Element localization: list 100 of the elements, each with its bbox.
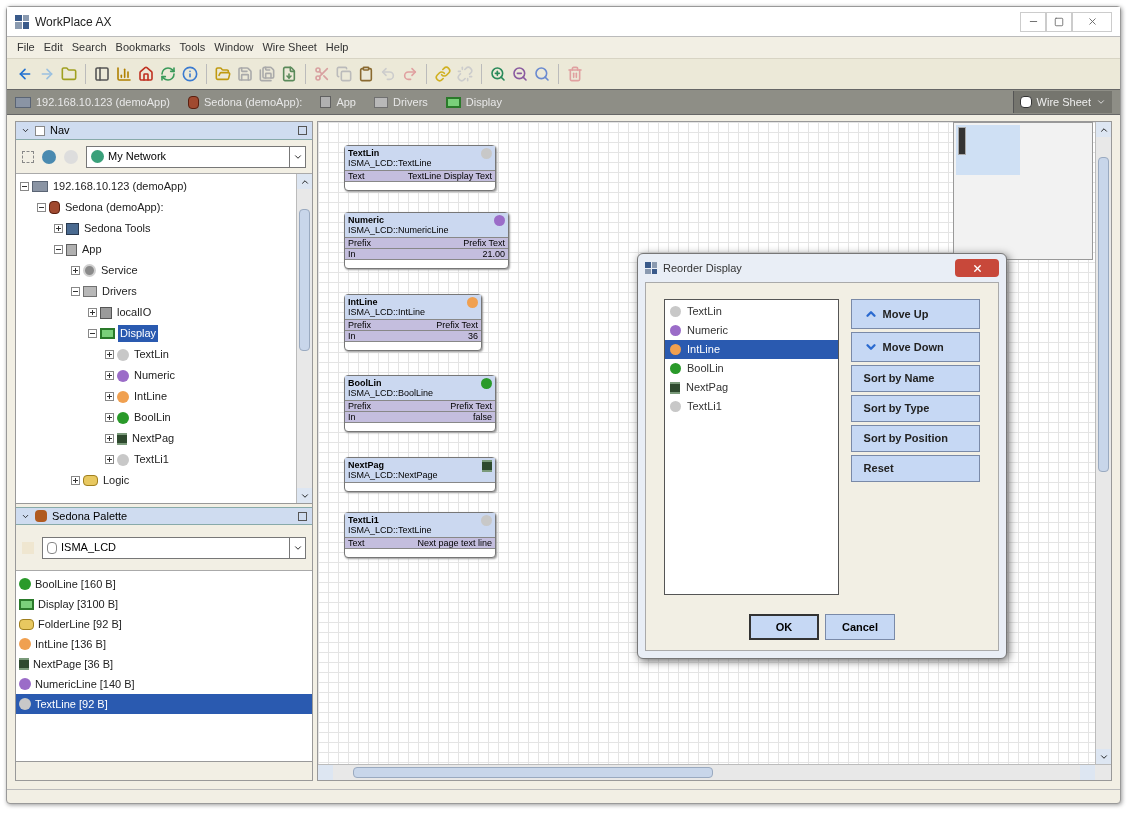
menu-item[interactable]: Tools <box>175 39 210 56</box>
zoom-out-icon[interactable] <box>512 66 528 82</box>
chart-icon[interactable] <box>116 66 132 82</box>
tree-item[interactable]: localIO <box>115 304 154 321</box>
folder-icon <box>19 618 34 630</box>
home-icon[interactable] <box>138 66 154 82</box>
open-folder-icon[interactable] <box>215 66 231 82</box>
list-item[interactable]: TextLi1 <box>665 397 838 416</box>
list-item[interactable]: NextPag <box>665 378 838 397</box>
action-button[interactable]: Reset <box>850 455 980 482</box>
tree-toggle-icon[interactable] <box>22 150 34 163</box>
horizontal-scrollbar[interactable] <box>318 764 1111 780</box>
scrollbar[interactable] <box>1095 122 1111 764</box>
collapse-icon[interactable] <box>71 287 80 296</box>
palette-item[interactable]: FolderLine [92 B] <box>16 614 312 634</box>
close-button[interactable] <box>955 259 999 277</box>
refresh-icon[interactable] <box>160 66 176 82</box>
tree-item[interactable]: TextLi1 <box>132 451 171 468</box>
tree-item[interactable]: 192.168.10.123 (demoApp) <box>51 178 189 195</box>
component-node[interactable]: TextLin ISMA_LCD::TextLine Text TextLine Display Text <box>344 145 496 191</box>
menu-item[interactable]: Help <box>321 39 353 56</box>
expand-icon[interactable] <box>54 224 63 233</box>
expand-icon[interactable] <box>105 371 114 380</box>
list-item[interactable]: Numeric <box>665 321 838 340</box>
slot-value: Prefix Text <box>450 401 492 411</box>
tree-item[interactable]: IntLine <box>132 388 170 405</box>
tree-item[interactable]: Drivers <box>100 283 139 300</box>
palette-item[interactable]: BoolLine [160 B] <box>16 574 312 594</box>
paste-icon[interactable] <box>358 66 374 82</box>
dialog-title: Reorder Display <box>663 260 742 276</box>
globe-icon[interactable] <box>42 149 56 164</box>
palette-item[interactable]: IntLine [136 B] <box>16 634 312 654</box>
action-button[interactable]: Sort by Type <box>850 395 980 422</box>
view-selector[interactable]: Wire Sheet <box>1012 91 1112 113</box>
palette-item[interactable]: Display [3100 B] <box>16 594 312 614</box>
cut-icon[interactable] <box>314 66 330 82</box>
tree-item[interactable]: NextPag <box>130 430 177 447</box>
overview-map[interactable] <box>953 122 1093 260</box>
palette-item[interactable]: NumericLine [140 B] <box>16 674 312 694</box>
collapse-icon[interactable] <box>20 182 29 191</box>
dialog-button[interactable]: Cancel <box>825 614 895 640</box>
expand-icon[interactable] <box>88 308 97 317</box>
panel-icon[interactable] <box>94 66 110 82</box>
menu-item[interactable]: File <box>13 39 39 56</box>
tree-item[interactable]: BoolLin <box>132 409 173 426</box>
info-icon[interactable] <box>182 66 198 82</box>
list-item[interactable]: BoolLin <box>665 359 838 378</box>
component-node[interactable]: IntLine ISMA_LCD::IntLine Prefix Prefix Text In 36 <box>344 294 482 351</box>
expand-icon[interactable] <box>105 455 114 464</box>
back-icon[interactable] <box>17 66 33 82</box>
component-node[interactable]: BoolLin ISMA_LCD::BoolLine Prefix Prefix Text In false <box>344 375 496 432</box>
save-icon[interactable] <box>237 66 253 82</box>
tree-item[interactable]: Sedona Tools <box>82 220 153 237</box>
expand-icon[interactable] <box>105 434 114 443</box>
collapse-icon[interactable] <box>37 203 46 212</box>
palette-item[interactable]: TextLine [92 B] <box>16 694 312 714</box>
restore-icon[interactable] <box>298 511 307 521</box>
menu-item[interactable]: Search <box>67 39 111 56</box>
menu-item[interactable]: Window <box>210 39 258 56</box>
action-button[interactable]: Sort by Position <box>850 425 980 452</box>
scrollbar[interactable] <box>296 174 312 503</box>
component-node[interactable]: NextPag ISMA_LCD::NextPage <box>344 457 496 492</box>
tree-item[interactable]: Logic <box>101 472 132 489</box>
expand-icon[interactable] <box>71 476 80 485</box>
action-button[interactable]: Sort by Name <box>850 365 980 392</box>
tree-item[interactable]: Service <box>99 262 140 279</box>
expand-icon[interactable] <box>105 392 114 401</box>
collapse-icon[interactable] <box>54 245 63 254</box>
collapse-icon[interactable] <box>88 329 97 338</box>
component-node[interactable]: TextLi1 ISMA_LCD::TextLine Text Next page text line <box>344 512 496 558</box>
tree-item[interactable]: App <box>80 241 104 258</box>
expand-icon[interactable] <box>105 413 114 422</box>
dialog-button[interactable]: OK <box>749 614 819 640</box>
zoom-in-icon[interactable] <box>490 66 506 82</box>
kit-dropdown[interactable]: ISMA_LCD <box>42 536 306 559</box>
export-icon[interactable] <box>281 66 297 82</box>
folder-icon[interactable] <box>61 66 77 82</box>
menu-item[interactable]: Wire Sheet <box>258 39 321 56</box>
expand-icon[interactable] <box>105 350 114 359</box>
save-all-icon[interactable] <box>259 66 275 82</box>
tree-item[interactable]: Display <box>118 325 159 342</box>
search-icon[interactable] <box>534 66 550 82</box>
tree-item[interactable]: Sedona (demoApp): <box>63 199 166 216</box>
restore-icon[interactable] <box>298 126 307 135</box>
action-button[interactable]: Move Down <box>850 332 980 362</box>
reorder-list[interactable]: TextLin Numeric IntLine BoolLin NextPag TextLi1 <box>664 299 839 595</box>
list-item[interactable]: IntLine <box>665 340 838 359</box>
tree-item[interactable]: Numeric <box>132 367 177 384</box>
menu-item[interactable]: Bookmarks <box>111 39 175 56</box>
component-node[interactable]: Numeric ISMA_LCD::NumericLine Prefix Prefix Text In 21.00 <box>344 212 509 269</box>
tree-item[interactable]: TextLin <box>132 346 171 363</box>
device-icon <box>187 95 199 109</box>
collapse-icon[interactable] <box>21 126 30 135</box>
maximize-button[interactable] <box>1046 11 1072 32</box>
list-item[interactable]: TextLin <box>665 302 838 321</box>
action-button[interactable]: Move Up <box>850 299 980 329</box>
menu-item[interactable]: Edit <box>39 39 67 56</box>
network-dropdown[interactable]: My Network <box>86 145 306 168</box>
expand-icon[interactable] <box>71 266 80 275</box>
palette-item[interactable]: NextPage [36 B] <box>16 654 312 674</box>
